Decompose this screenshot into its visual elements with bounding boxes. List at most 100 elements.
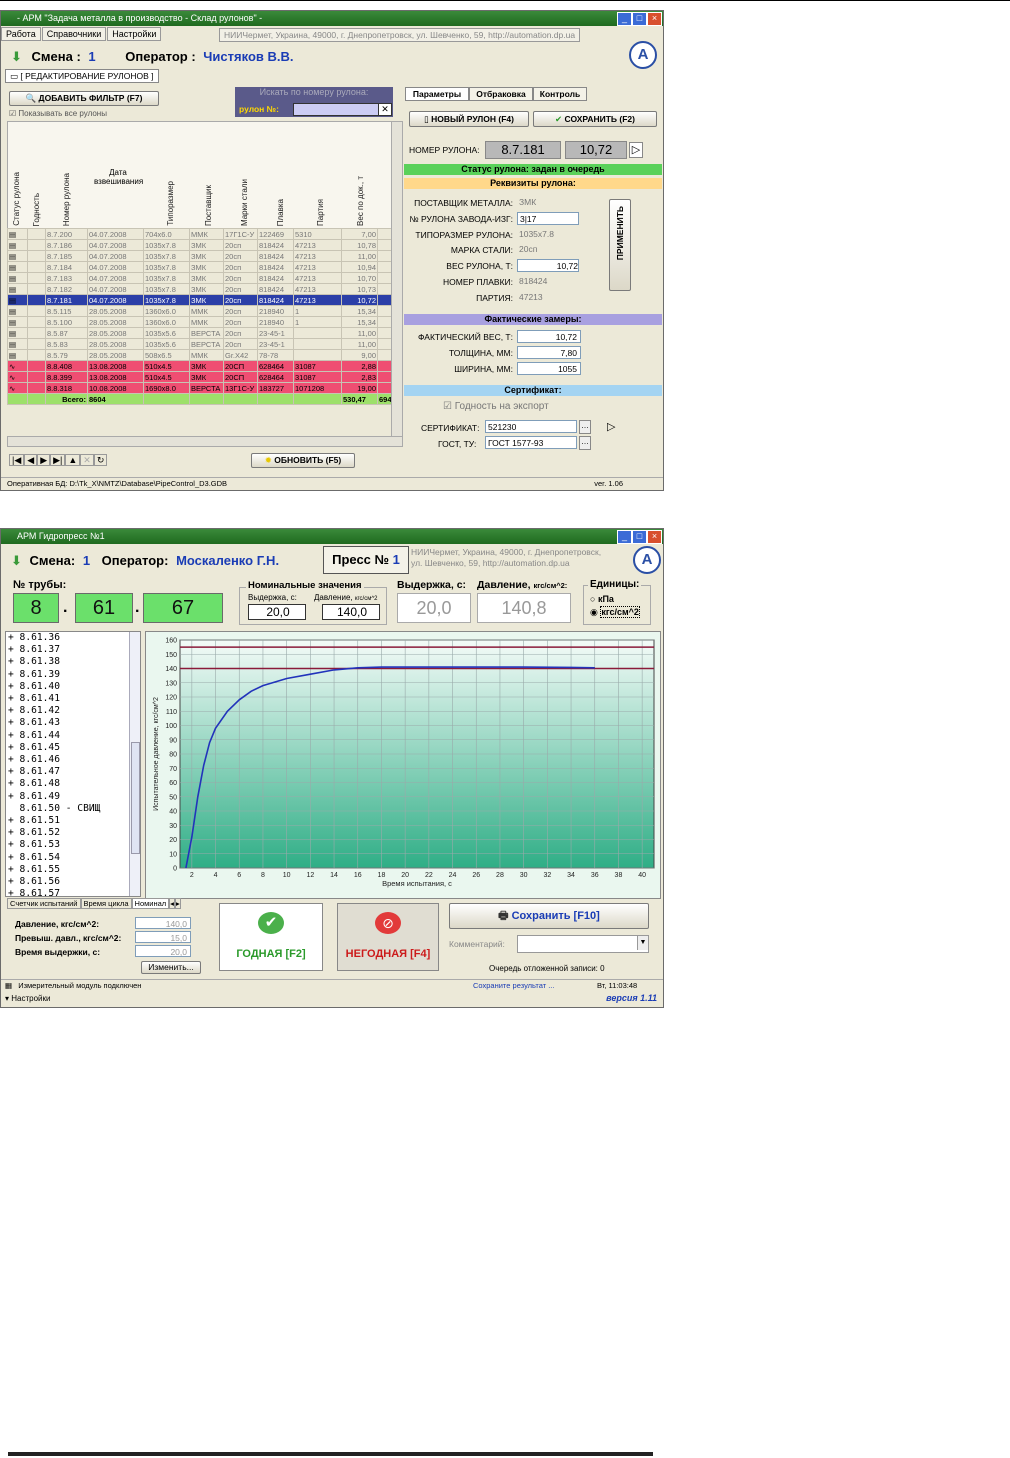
cancel-edit-button[interactable]: ✕ [80, 454, 94, 466]
cert-browse-button[interactable]: … [579, 420, 591, 434]
table-row[interactable]: ▤ 8.5.87 28.05.2008 1035x5.6 ВЕРСТА 20сп 23-45… [7, 327, 392, 339]
tab-scroll-right-icon[interactable]: ▸ [174, 898, 181, 909]
col-doc-weight[interactable]: Вес по док., т [356, 176, 365, 226]
settings-bar[interactable]: ▾ Настройки версия 1.11 [1, 992, 663, 1005]
list-item[interactable]: + 8.61.43 [8, 717, 100, 729]
list-item[interactable]: + 8.61.55 [8, 864, 100, 876]
table-row[interactable]: ▤ 8.5.115 28.05.2008 1360x6.0 ММК 20сп 218940 1… [7, 305, 392, 317]
list-item[interactable]: + 8.61.42 [8, 705, 100, 717]
next-record-button[interactable]: ▶ [37, 454, 51, 466]
tab-test-counter[interactable]: Счетчик испытаний [7, 898, 81, 909]
col-size[interactable]: Типоразмер [166, 181, 175, 226]
field-value[interactable]: 3|17 [517, 211, 579, 225]
maximize-button[interactable]: □ [632, 530, 647, 544]
list-item[interactable]: + 8.61.45 [8, 742, 100, 754]
play-icon[interactable]: ▷ [629, 142, 643, 158]
list-item[interactable]: + 8.61.40 [8, 681, 100, 693]
actual-value[interactable]: 1055 [517, 362, 581, 375]
change-button[interactable]: Изменить... [141, 961, 201, 974]
table-row[interactable]: ▤ 8.5.79 28.05.2008 508x6.5 ММК Gr.X42 78-78 9,… [7, 349, 392, 361]
list-item[interactable]: + 8.61.41 [8, 693, 100, 705]
nominal-hold-input[interactable]: 20,0 [248, 604, 306, 620]
clear-search-button[interactable]: ✕ [378, 103, 392, 116]
new-coil-button[interactable]: ▯ НОВЫЙ РУЛОН (F4) [409, 111, 529, 127]
pipe-list-scrollbar[interactable] [129, 632, 140, 896]
gost-field[interactable]: ГОСТ 1577-93 [485, 436, 577, 449]
menu-settings[interactable]: Настройки [107, 27, 162, 41]
table-row[interactable]: ▤ 8.7.181 04.07.2008 1035x7.8 ЗМК 20сп 818424 4… [7, 294, 392, 306]
last-record-button[interactable]: ▶| [50, 454, 66, 466]
list-item[interactable]: + 8.61.44 [8, 730, 100, 742]
table-row[interactable]: ▤ 8.7.186 04.07.2008 1035x7.8 ЗМК 20сп 818424 4… [7, 239, 392, 251]
apply-button[interactable]: ПРИМЕНИТЬ [609, 199, 631, 291]
scroll-thumb[interactable] [131, 742, 140, 854]
list-item[interactable]: + 8.61.57 [8, 888, 100, 896]
tab-parameters[interactable]: Параметры [405, 87, 469, 101]
list-item[interactable]: + 8.61.36 [8, 632, 100, 644]
col-batch[interactable]: Партия [316, 199, 325, 226]
table-row[interactable]: ∿ 8.8.318 10.08.2008 1690x8.0 ВЕРСТА 13Г1С-У 1… [7, 382, 392, 394]
tab-control[interactable]: Контроль [533, 87, 587, 101]
close-button[interactable]: × [647, 530, 662, 544]
table-row[interactable]: ▤ 8.5.100 28.05.2008 1360x6.0 ММК 20сп 218940 1… [7, 316, 392, 328]
field-value[interactable]: 10,72 [517, 259, 579, 273]
table-row[interactable]: ▤ 8.7.184 04.07.2008 1035x7.8 ЗМК 20сп 818424 4… [7, 261, 392, 273]
cert-field[interactable]: 521230 [485, 420, 577, 433]
doc-tab[interactable]: ▭ [ РЕДАКТИРОВАНИЕ РУЛОНОВ ] [5, 69, 159, 83]
col-status[interactable]: Статус рулона [12, 172, 21, 226]
unit-kgs-radio[interactable]: ◉ кгс/см^2 [590, 606, 640, 618]
save-result-button[interactable]: 🖶 Сохранить [F10] [449, 903, 649, 929]
actual-value[interactable]: 7,80 [517, 346, 581, 359]
table-row[interactable]: ▤ 8.7.183 04.07.2008 1035x7.8 ЗМК 20сп 818424 4… [7, 272, 392, 284]
grid-h-scrollbar[interactable] [7, 436, 403, 447]
add-filter-button[interactable]: 🔍 ДОБАВИТЬ ФИЛЬТР (F7) [9, 91, 159, 106]
menu-work[interactable]: Работа [1, 27, 41, 41]
list-item[interactable]: + 8.61.47 [8, 766, 100, 778]
export-checkbox[interactable]: ☑ Годность на экспорт [443, 401, 549, 412]
list-item[interactable]: + 8.61.53 [8, 839, 100, 851]
col-weigh-date[interactable]: Дата взвешивания [94, 168, 143, 186]
list-item[interactable]: + 8.61.52 [8, 827, 100, 839]
col-supplier[interactable]: Поставщик [204, 185, 213, 226]
list-item[interactable]: + 8.61.37 [8, 644, 100, 656]
list-item[interactable]: + 8.61.54 [8, 852, 100, 864]
table-row[interactable]: ▤ 8.7.200 04.07.2008 704x6.0 ММК 17Г1С-У 12246… [7, 228, 392, 240]
refresh-record-button[interactable]: ↻ [93, 454, 108, 466]
list-item[interactable]: + 8.61.49 [8, 791, 100, 803]
list-item[interactable]: + 8.61.48 [8, 778, 100, 790]
bad-button[interactable]: ⊘ НЕГОДНАЯ [F4] [337, 903, 439, 971]
table-row[interactable]: ∿ 8.8.408 13.08.2008 510x4.5 ЗМК 20СП 628464 31… [7, 360, 392, 372]
col-melt[interactable]: Плавка [276, 199, 285, 226]
list-item[interactable]: + 8.61.56 [8, 876, 100, 888]
comment-select[interactable]: ▼ [517, 935, 649, 953]
menu-references[interactable]: Справочники [41, 27, 107, 41]
save-button[interactable]: ✔ СОХРАНИТЬ (F2) [533, 111, 657, 127]
search-input[interactable] [293, 103, 379, 116]
cert-open-icon[interactable]: ▷ [607, 420, 615, 433]
prev-record-button[interactable]: ◀ [24, 454, 38, 466]
col-coil-number[interactable]: Номер рулона [62, 173, 71, 226]
good-button[interactable]: ✔ ГОДНАЯ [F2] [219, 903, 323, 971]
minimize-button[interactable]: _ [617, 530, 632, 544]
gost-browse-button[interactable]: … [579, 436, 591, 450]
table-row[interactable]: ∿ 8.8.399 13.08.2008 510x4.5 ЗМК 20СП 628464 31… [7, 371, 392, 383]
list-item[interactable]: + 8.61.39 [8, 669, 100, 681]
actual-value[interactable]: 10,72 [517, 330, 581, 343]
list-item[interactable]: + 8.61.38 [8, 656, 100, 668]
first-record-button[interactable]: |◀ [9, 454, 25, 466]
col-steel-grade[interactable]: Марки стали [240, 179, 249, 226]
refresh-button[interactable]: ✹ ОБНОВИТЬ (F5) [251, 453, 355, 468]
table-row[interactable]: ▤ 8.5.83 28.05.2008 1035x5.6 ВЕРСТА 20сп 23-45… [7, 338, 392, 350]
unit-kpa-radio[interactable]: ○ кПа [590, 594, 614, 604]
table-row[interactable]: ▤ 8.7.185 04.07.2008 1035x7.8 ЗМК 20сп 818424 4… [7, 250, 392, 262]
table-row[interactable]: ▤ 8.7.182 04.07.2008 1035x7.8 ЗМК 20сп 818424 4… [7, 283, 392, 295]
col-fitness[interactable]: Годность [32, 193, 41, 226]
list-item[interactable]: + 8.61.51 [8, 815, 100, 827]
tab-cycle-time[interactable]: Время цикла [80, 898, 132, 909]
up-record-button[interactable]: ▲ [65, 454, 81, 466]
maximize-button[interactable]: □ [632, 12, 647, 26]
list-item[interactable]: 8.61.50 - СВИЩ [8, 803, 101, 815]
minimize-button[interactable]: _ [617, 12, 632, 26]
tab-rejection[interactable]: Отбраковка [469, 87, 533, 101]
show-all-checkbox[interactable]: ☑ Показывать все рулоны [9, 109, 107, 118]
